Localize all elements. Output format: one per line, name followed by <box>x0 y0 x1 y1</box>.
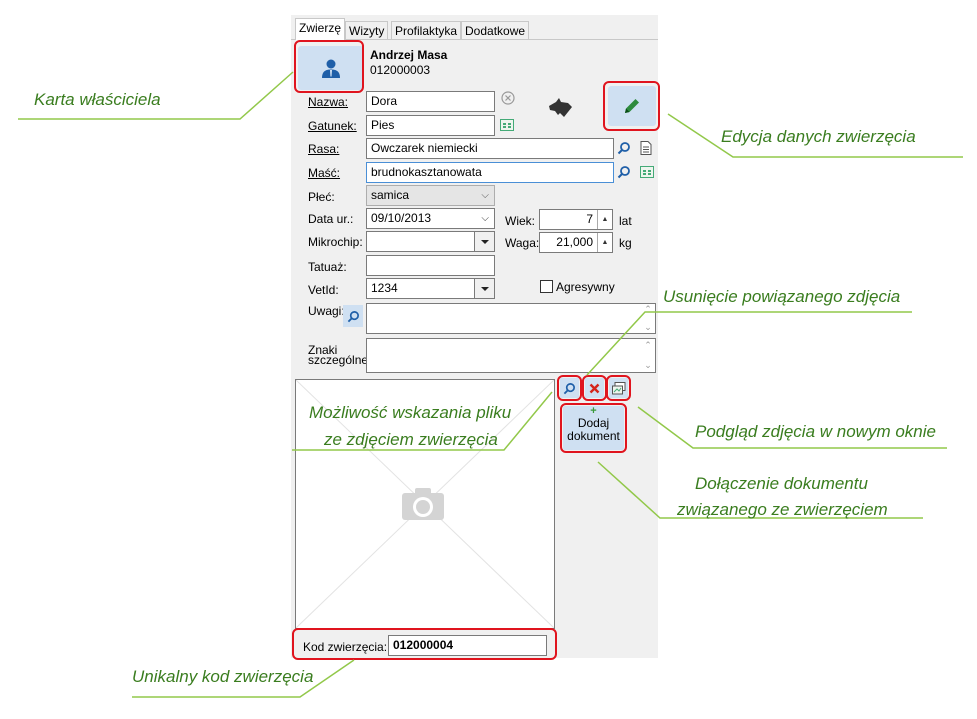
annotation-usuniecie: Usunięcie powiązanego zdjęcia <box>663 287 901 306</box>
annotation-podglad: Podgląd zdjęcia w nowym oknie <box>695 422 936 441</box>
tab-zwierze[interactable]: Zwierzę <box>295 18 346 40</box>
annotation-dolaczenie-1: Dołączenie dokumentu <box>695 474 868 493</box>
annotation-karta: Karta właściciela <box>34 90 161 109</box>
annotation-dolaczenie-2: związanego ze zwierzęciem <box>677 500 888 519</box>
annotation-mozliwosc-1: Możliwość wskazania pliku <box>309 403 512 422</box>
annotation-mozliwosc-2: ze zdjęciem zwierzęcia <box>324 430 498 449</box>
annotation-unikalny: Unikalny kod zwierzęcia <box>132 667 314 686</box>
annotation-edycja: Edycja danych zwierzęcia <box>721 127 916 146</box>
